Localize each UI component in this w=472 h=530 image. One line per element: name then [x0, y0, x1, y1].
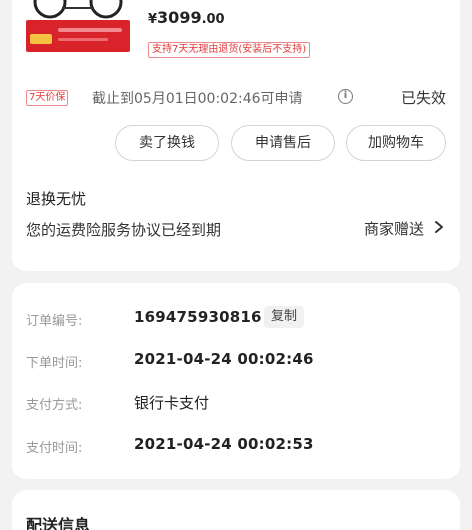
chevron-right-icon[interactable]	[432, 218, 446, 236]
return-policy-badge: 支持7天无理由退货(安装后不支持)	[148, 42, 311, 58]
payment-method-label: 支付方式:	[26, 398, 83, 413]
merchant-gift-link[interactable]: 商家赠送	[364, 218, 424, 239]
service-title: 退换无忧	[26, 190, 87, 208]
apply-aftersale-button[interactable]: 申请售后	[231, 125, 335, 161]
price-protect-deadline: 截止到05月01日00:02:46可申请	[92, 91, 303, 107]
product-card: ¥3099.00 支持7天无理由退货(安装后不支持) 7天价保 截止到05月01…	[12, 0, 460, 271]
order-number-value: 169475930816	[134, 308, 262, 326]
order-time-label: 下单时间:	[26, 356, 83, 371]
bicycle-wheels-image	[33, 0, 123, 19]
payment-method-value: 银行卡支付	[134, 394, 210, 412]
sell-button[interactable]: 卖了换钱	[115, 125, 219, 161]
info-icon[interactable]: i	[338, 89, 353, 104]
payment-time-label: 支付时间:	[26, 441, 83, 456]
product-price: ¥3099.00	[148, 8, 225, 27]
order-number-label: 订单编号:	[26, 314, 83, 329]
service-description: 您的运费险服务协议已经到期	[26, 221, 222, 239]
product-promo-banner	[26, 20, 130, 52]
add-to-cart-button[interactable]: 加购物车	[346, 125, 446, 161]
payment-time-value: 2021-04-24 00:02:53	[134, 435, 314, 453]
shipping-title: 配送信息	[26, 516, 91, 530]
price-protect-tag: 7天价保	[26, 90, 69, 106]
price-protect-status: 已失效	[400, 89, 446, 107]
copy-button[interactable]: 复制	[264, 306, 305, 328]
order-time-value: 2021-04-24 00:02:46	[134, 350, 314, 368]
order-details-card: 订单编号: 169475930816 复制 下单时间: 2021-04-24 0…	[12, 283, 460, 479]
product-thumbnail[interactable]	[26, 0, 130, 54]
shipping-card: 配送信息	[12, 490, 460, 530]
